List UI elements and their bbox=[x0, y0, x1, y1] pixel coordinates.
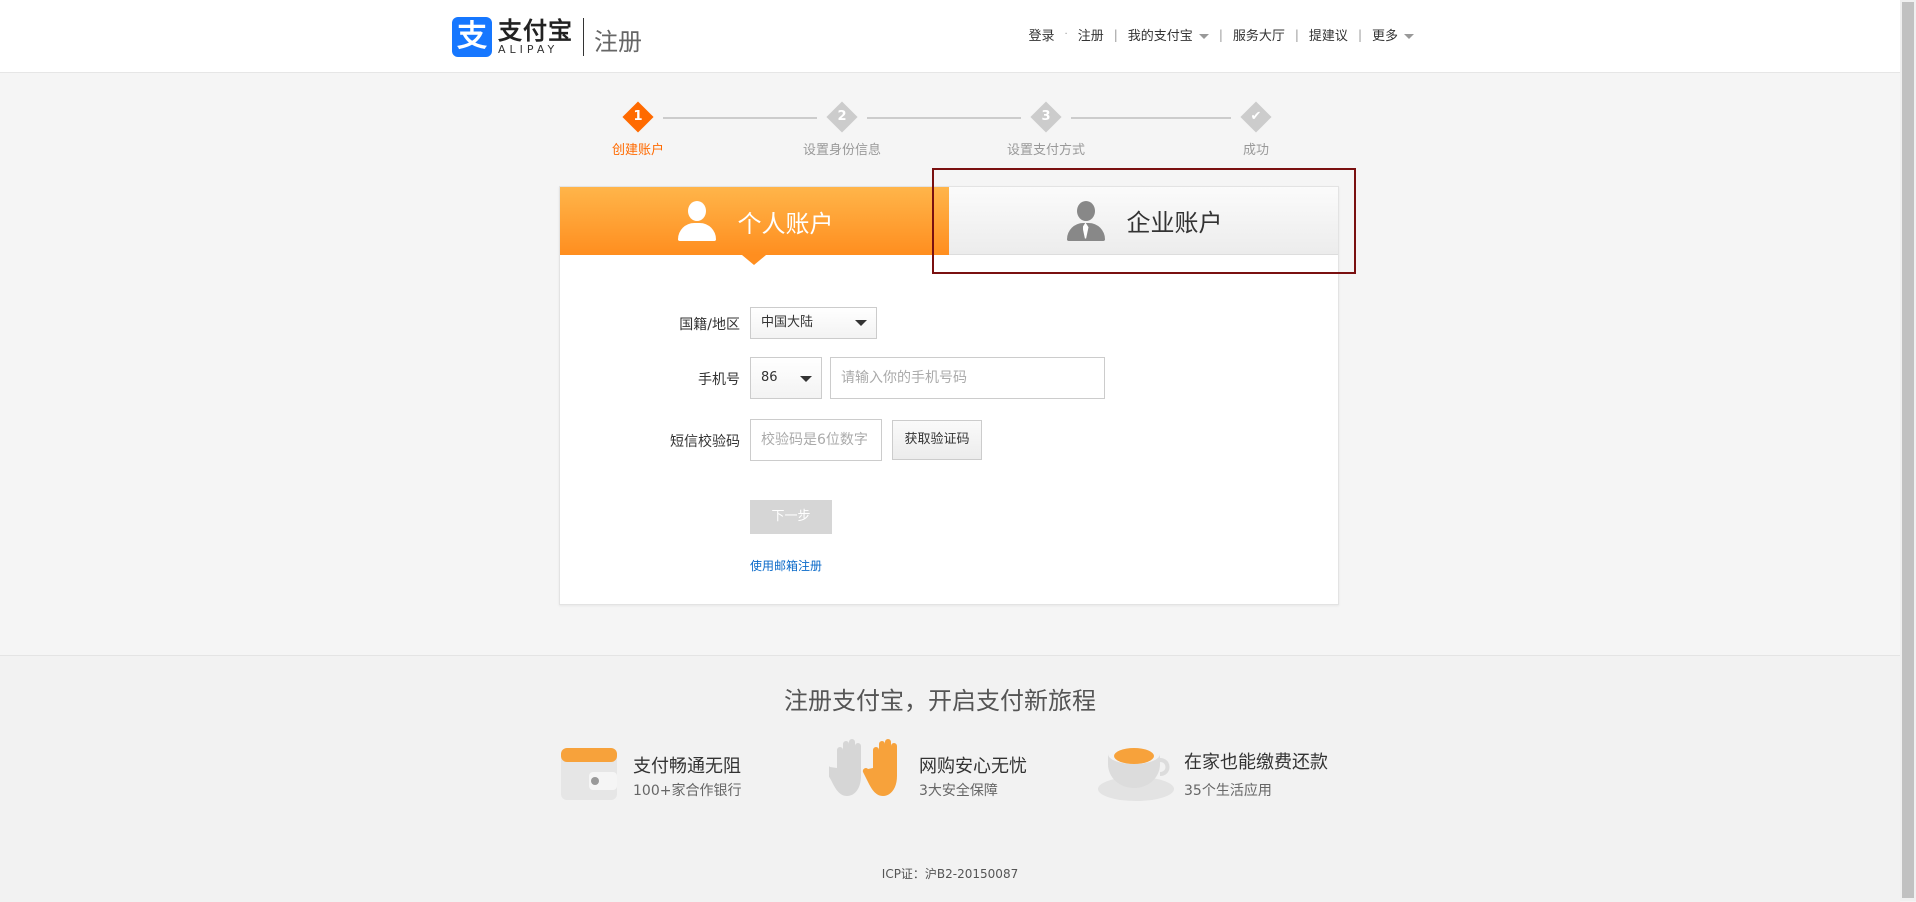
feature-security: 网购安心无忧 3大安全保障 bbox=[829, 739, 1049, 802]
scrollbar-thumb[interactable] bbox=[1902, 2, 1914, 898]
country-code-select[interactable]: 86 bbox=[750, 357, 822, 399]
teacup-icon bbox=[1098, 744, 1174, 801]
step-number: 2 bbox=[837, 109, 847, 124]
dropdown-arrow-icon bbox=[800, 376, 812, 382]
nav-separator: | bbox=[1357, 27, 1362, 42]
logo-chinese-text: 支付宝 bbox=[498, 16, 573, 45]
tab-personal-account[interactable]: 个人账户 bbox=[560, 187, 949, 265]
nav-my-alipay-label: 我的支付宝 bbox=[1127, 29, 1193, 44]
nav-separator: | bbox=[1294, 27, 1299, 42]
step-label: 设置支付方式 bbox=[1006, 143, 1085, 158]
step-label: 成功 bbox=[1242, 143, 1269, 158]
phone-input[interactable]: 请输入你的手机号码 bbox=[830, 357, 1105, 399]
get-code-button[interactable]: 获取验证码 bbox=[892, 420, 982, 460]
icp-license: ICP证：沪B2-20150087 bbox=[881, 867, 1019, 881]
feature-life-services: 在家也能缴费还款 35个生活应用 bbox=[1098, 742, 1338, 802]
page-title: 注册 bbox=[594, 28, 642, 56]
logo-english-text: ALIPAY bbox=[498, 42, 559, 56]
highlight-annotation-box bbox=[932, 168, 1356, 274]
phone-label: 手机号 bbox=[698, 372, 740, 388]
tab-personal-label: 个人账户 bbox=[737, 209, 834, 238]
step-identity-info: 2 设置身份信息 bbox=[782, 100, 902, 158]
feature-title: 在家也能缴费还款 bbox=[1184, 752, 1328, 773]
step-number-icon: 1 bbox=[622, 101, 654, 133]
chevron-down-icon bbox=[1198, 34, 1209, 39]
nav-my-alipay-menu[interactable]: 我的支付宝 bbox=[1128, 25, 1209, 44]
logo-text: 支付宝 ALIPAY bbox=[498, 18, 573, 56]
feature-payment: 支付畅通无阻 100+家合作银行 bbox=[559, 742, 759, 802]
step-check: ✔ bbox=[1250, 109, 1262, 124]
step-payment-method: 3 设置支付方式 bbox=[986, 100, 1106, 158]
phone-row: 手机号 86 请输入你的手机号码 bbox=[560, 357, 1338, 399]
step-success: ✔ 成功 bbox=[1196, 100, 1316, 158]
sms-code-row: 短信校验码 校验码是6位数字 获取验证码 bbox=[560, 419, 1338, 461]
feature-title: 支付畅通无阻 bbox=[633, 756, 741, 777]
nav-separator: | bbox=[1218, 27, 1223, 42]
region-row: 国籍/地区 中国大陆 bbox=[560, 302, 1338, 344]
sms-code-input[interactable]: 校验码是6位数字 bbox=[750, 419, 882, 461]
chevron-down-icon bbox=[1404, 34, 1414, 39]
vertical-scrollbar[interactable] bbox=[1900, 0, 1916, 901]
next-step-button[interactable]: 下一步 bbox=[750, 500, 832, 534]
step-label: 创建账户 bbox=[611, 143, 664, 158]
registration-steps: 1 创建账户 2 设置身份信息 3 设置支付方式 ✔ 成功 bbox=[0, 100, 1900, 160]
logo-divider bbox=[583, 17, 584, 56]
nav-separator: | bbox=[1113, 27, 1118, 42]
region-select[interactable]: 中国大陆 bbox=[750, 307, 877, 339]
footer-title: 注册支付宝，开启支付新旅程 bbox=[784, 687, 1096, 715]
active-tab-pointer bbox=[742, 255, 766, 265]
top-header: 支 支付宝 ALIPAY 注册 登录 · 注册 | 我的支付宝 | 服务大厅 |… bbox=[0, 0, 1900, 73]
nav-dot-separator: · bbox=[1064, 29, 1068, 40]
feature-subtitle: 3大安全保障 bbox=[919, 783, 998, 799]
region-select-value: 中国大陆 bbox=[761, 315, 814, 330]
wallet-icon bbox=[561, 748, 617, 800]
feature-title: 网购安心无忧 bbox=[919, 756, 1027, 777]
step-number-icon: 3 bbox=[1030, 101, 1062, 133]
nav-more-label: 更多 bbox=[1371, 29, 1398, 44]
step-number-icon: 2 bbox=[826, 101, 858, 133]
phone-placeholder: 请输入你的手机号码 bbox=[841, 370, 967, 386]
alipay-logo[interactable]: 支 支付宝 ALIPAY 注册 bbox=[452, 16, 642, 57]
nav-more-menu[interactable]: 更多 bbox=[1372, 25, 1414, 44]
step-label: 设置身份信息 bbox=[802, 143, 881, 158]
dropdown-arrow-icon bbox=[855, 320, 867, 326]
email-register-link[interactable]: 使用邮箱注册 bbox=[750, 557, 822, 574]
step-create-account: 1 创建账户 bbox=[578, 100, 698, 158]
nav-login-link[interactable]: 登录 bbox=[1029, 25, 1055, 44]
sms-code-label: 短信校验码 bbox=[670, 434, 740, 450]
step-number: 3 bbox=[1041, 109, 1051, 124]
alipay-logo-icon: 支 bbox=[452, 16, 492, 57]
feature-subtitle: 100+家合作银行 bbox=[633, 783, 742, 799]
nav-service-hall-link[interactable]: 服务大厅 bbox=[1233, 25, 1285, 44]
nav-register-link[interactable]: 注册 bbox=[1078, 25, 1104, 44]
sms-code-placeholder: 校验码是6位数字 bbox=[761, 432, 868, 448]
nav-suggestion-link[interactable]: 提建议 bbox=[1309, 25, 1348, 44]
user-icon bbox=[676, 201, 718, 241]
country-code-value: 86 bbox=[761, 370, 778, 385]
checkmark-icon: ✔ bbox=[1240, 101, 1272, 133]
top-nav: 登录 · 注册 | 我的支付宝 | 服务大厅 | 提建议 | 更多 bbox=[1029, 25, 1414, 44]
step-number: 1 bbox=[633, 109, 643, 124]
hands-icon bbox=[829, 739, 897, 796]
region-label: 国籍/地区 bbox=[679, 317, 740, 333]
footer: 注册支付宝，开启支付新旅程 支付畅通无阻 100+家合作银行 网购安心无忧 3大… bbox=[0, 655, 1900, 902]
feature-subtitle: 35个生活应用 bbox=[1184, 783, 1272, 799]
